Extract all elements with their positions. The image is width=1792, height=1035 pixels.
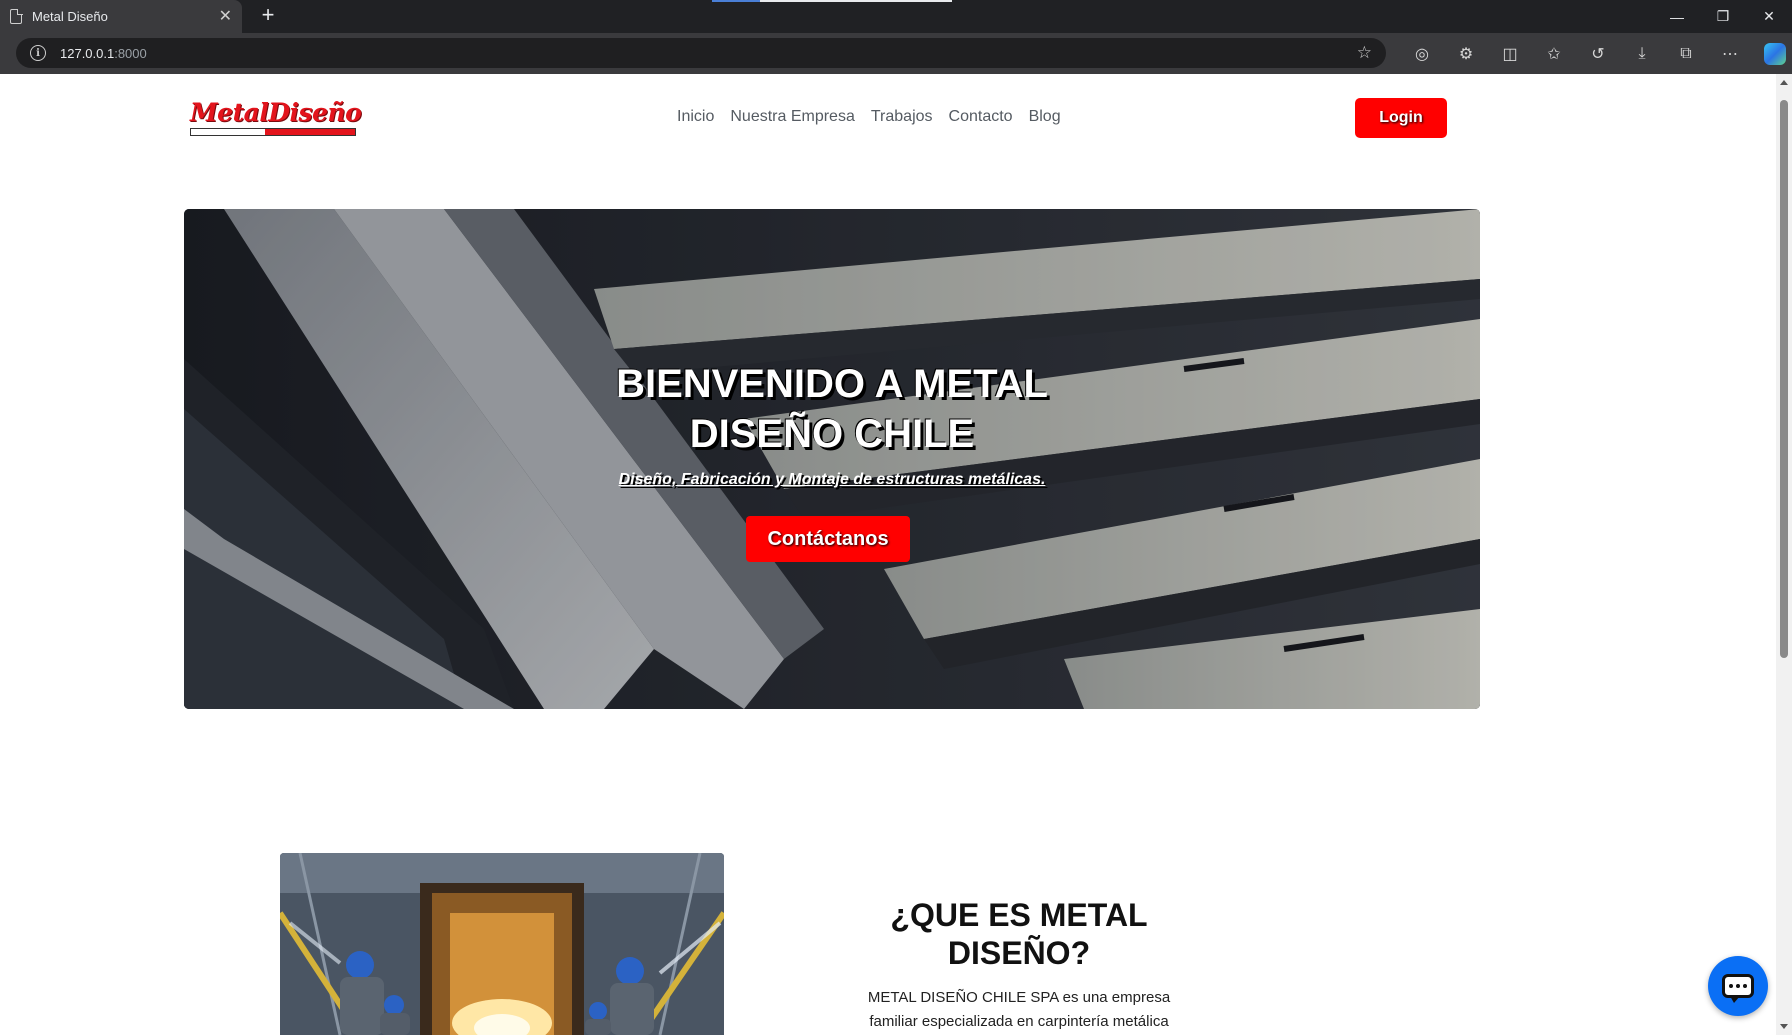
- download-icon[interactable]: ⤓: [1620, 33, 1664, 74]
- page-icon: [10, 8, 23, 24]
- hero-title-line2: DISEÑO CHILE: [689, 412, 975, 456]
- tab-title: Metal Diseño: [32, 9, 108, 24]
- nav-item-inicio[interactable]: Inicio: [677, 108, 714, 126]
- browser-tab-strip: Metal Diseño ✕ + — ❐ ✕: [0, 0, 1792, 33]
- favorites-icon[interactable]: ✩: [1532, 33, 1576, 74]
- hero-background-image: [184, 209, 1480, 709]
- browser-tab[interactable]: Metal Diseño ✕: [0, 0, 242, 33]
- copilot-icon[interactable]: [1764, 42, 1786, 65]
- nav-item-contacto[interactable]: Contacto: [949, 108, 1013, 126]
- hero-title: BIENVENIDO A METAL DISEÑO CHILE: [184, 359, 1480, 459]
- page-viewport: MetalDiseño Inicio Nuestra Empresa Traba…: [0, 74, 1792, 1035]
- extensions-icon[interactable]: ⚙: [1444, 33, 1488, 74]
- scroll-down-arrow[interactable]: [1780, 1024, 1788, 1029]
- close-icon[interactable]: ✕: [219, 8, 232, 25]
- new-tab-button[interactable]: +: [256, 4, 280, 28]
- history-icon[interactable]: ↺: [1576, 33, 1620, 74]
- star-icon[interactable]: ☆: [1357, 43, 1372, 63]
- tab-loading-indicator: [712, 0, 760, 2]
- about-description: METAL DISEÑO CHILE SPA es una empresa fa…: [850, 986, 1188, 1034]
- hero-title-line1: BIENVENIDO A METAL: [616, 362, 1048, 406]
- main-nav: Inicio Nuestra Empresa Trabajos Contacto…: [677, 108, 1061, 126]
- scroll-up-arrow[interactable]: [1780, 80, 1788, 85]
- url-text[interactable]: 127.0.0.1:8000: [60, 46, 1343, 61]
- address-bar[interactable]: i 127.0.0.1:8000 ☆: [16, 38, 1386, 68]
- about-title-line1: ¿QUE ES METAL: [890, 897, 1148, 933]
- chat-button[interactable]: [1708, 956, 1768, 1016]
- nav-item-trabajos[interactable]: Trabajos: [871, 108, 933, 126]
- window-controls: — ❐ ✕: [1654, 0, 1792, 33]
- site-logo[interactable]: MetalDiseño: [190, 98, 362, 136]
- nav-item-nuestra-empresa[interactable]: Nuestra Empresa: [730, 108, 855, 126]
- tracking-icon[interactable]: ◎: [1400, 33, 1444, 74]
- minimize-icon[interactable]: —: [1654, 0, 1700, 33]
- restore-icon[interactable]: ❐: [1700, 0, 1746, 33]
- toolbar-icons: ◎ ⚙ ◫ ✩ ↺ ⤓ ⧉ ⋯: [1400, 33, 1786, 74]
- chat-icon: [1722, 974, 1754, 1003]
- nav-item-blog[interactable]: Blog: [1029, 108, 1061, 126]
- hero-banner: BIENVENIDO A METAL DISEÑO CHILE Diseño, …: [184, 209, 1480, 709]
- login-button[interactable]: Login: [1355, 98, 1447, 138]
- browser-toolbar: i 127.0.0.1:8000 ☆ ◎ ⚙ ◫ ✩ ↺ ⤓ ⧉ ⋯: [0, 33, 1792, 74]
- more-icon[interactable]: ⋯: [1708, 33, 1752, 74]
- url-port: :8000: [114, 45, 147, 61]
- logo-wordmark: MetalDiseño: [190, 98, 362, 127]
- url-host: 127.0.0.1: [60, 45, 115, 61]
- contact-button[interactable]: Contáctanos: [746, 516, 910, 562]
- page-scrollbar[interactable]: [1776, 74, 1792, 1035]
- about-image: [280, 853, 724, 1035]
- info-icon[interactable]: i: [30, 45, 46, 61]
- scroll-thumb[interactable]: [1780, 100, 1788, 658]
- about-title: ¿QUE ES METAL DISEÑO?: [860, 896, 1178, 972]
- window-close-icon[interactable]: ✕: [1746, 0, 1792, 33]
- hero-subtitle: Diseño, Fabricación y Montaje de estruct…: [618, 471, 1046, 488]
- screenshot-icon[interactable]: ⧉: [1664, 33, 1708, 74]
- about-text-line2: familiar especializada en carpintería me…: [869, 1013, 1169, 1030]
- logo-underline: [190, 128, 356, 136]
- about-text-line1: METAL DISEÑO CHILE SPA es una empresa: [867, 989, 1171, 1006]
- split-screen-icon[interactable]: ◫: [1488, 33, 1532, 74]
- about-title-line2: DISEÑO?: [947, 935, 1091, 971]
